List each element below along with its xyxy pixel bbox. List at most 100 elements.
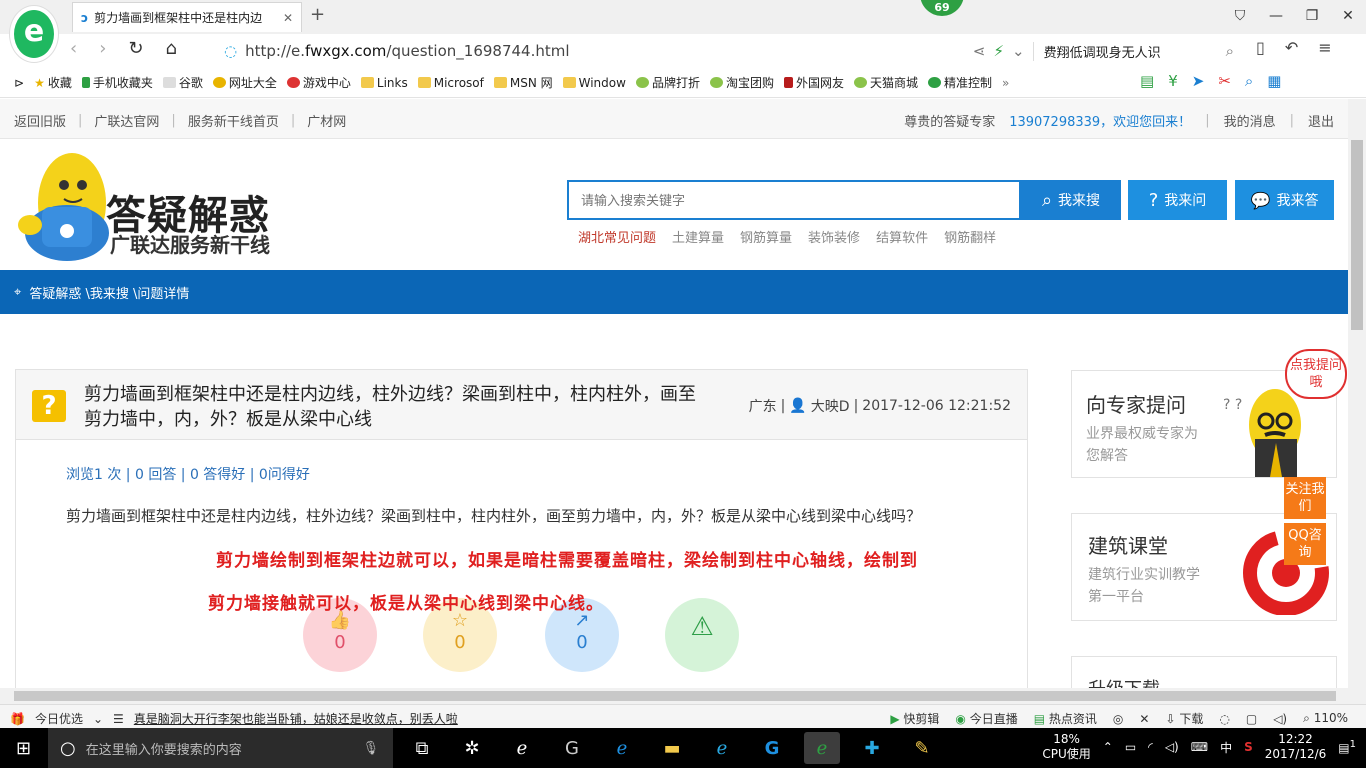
- accelerate-icon[interactable]: ◎: [1113, 712, 1123, 726]
- chevron-down-icon[interactable]: ⌄: [93, 712, 103, 726]
- ask-bubble[interactable]: 点我提问哦: [1285, 349, 1347, 399]
- bookmark-item[interactable]: 网址大全: [212, 74, 277, 91]
- bookmark-item[interactable]: Links: [360, 76, 408, 90]
- forward-icon[interactable]: ›: [99, 38, 106, 59]
- shirt-icon[interactable]: ⛉: [1222, 8, 1258, 24]
- live-button[interactable]: ◉ 今日直播: [955, 710, 1017, 727]
- volume-icon[interactable]: ◁): [1165, 740, 1179, 754]
- notification-badge[interactable]: 69: [920, 0, 964, 16]
- ime-indicator[interactable]: 中: [1220, 739, 1232, 756]
- lightning-icon[interactable]: ⚡: [993, 42, 1004, 60]
- bookmark-item[interactable]: 外国网友: [783, 74, 844, 91]
- action-center-icon[interactable]: ▤1: [1338, 739, 1356, 755]
- keyboard-icon[interactable]: ⌨: [1191, 740, 1208, 754]
- link-materials[interactable]: 广材网: [307, 111, 346, 130]
- book-icon[interactable]: ▤: [1140, 72, 1154, 90]
- speed-icon[interactable]: ◌: [1219, 712, 1229, 726]
- tools-icon[interactable]: ✕: [1139, 712, 1149, 726]
- bookmark-item[interactable]: MSN 网: [493, 74, 553, 91]
- taskbar-search[interactable]: ○ 在这里输入你要搜索的内容 🎙: [48, 728, 393, 768]
- browser-e-icon[interactable]: ℯ: [504, 732, 540, 764]
- hot-link[interactable]: 结算软件: [876, 227, 928, 246]
- bookmark-item[interactable]: ★ 收藏: [34, 74, 72, 91]
- cpu-meter[interactable]: 18% CPU使用: [1042, 732, 1090, 762]
- url-text[interactable]: http://e.fwxgx.com/question_1698744.html: [245, 42, 965, 60]
- bookmark-item[interactable]: Window: [562, 76, 626, 90]
- home-icon[interactable]: ⌂: [166, 38, 177, 59]
- sound-icon[interactable]: ◁): [1273, 712, 1287, 726]
- new-tab-icon[interactable]: +: [310, 4, 325, 25]
- today-picks[interactable]: 今日优选: [35, 710, 83, 727]
- user-name[interactable]: 13907298339，欢迎您回来！: [1009, 111, 1191, 130]
- pinwheel-app-icon[interactable]: ✲: [454, 732, 490, 764]
- horizontal-scroll-thumb[interactable]: [14, 691, 1336, 701]
- link-logout[interactable]: 退出: [1308, 111, 1334, 130]
- chevron-down-icon[interactable]: ⌄: [1012, 42, 1025, 60]
- hot-link[interactable]: 钢筋算量: [740, 227, 792, 246]
- microphone-icon[interactable]: 🎙: [362, 741, 393, 756]
- file-explorer-icon[interactable]: ▬: [654, 732, 690, 764]
- share-icon[interactable]: ⋖: [973, 42, 986, 60]
- follow-us-button[interactable]: 关注我们: [1284, 477, 1326, 519]
- breadcrumb-text[interactable]: 答疑解惑 \我来搜 \问题详情: [29, 283, 189, 302]
- sidebar-toggle-icon[interactable]: ⊳: [14, 76, 24, 90]
- minimize-icon[interactable]: —: [1258, 8, 1294, 24]
- grid-icon[interactable]: ▦: [1267, 72, 1281, 90]
- clock[interactable]: 12:22 2017/12/6: [1265, 732, 1327, 762]
- bookmark-item[interactable]: 游戏中心: [286, 74, 351, 91]
- news-ticker[interactable]: 真是脑洞大开行李架也能当卧铺，姑娘还是收敛点，别丢人啦: [134, 710, 458, 727]
- url-field[interactable]: ◌ http://e.fwxgx.com/question_1698744.ht…: [224, 38, 1234, 64]
- hot-link[interactable]: 土建算量: [672, 227, 724, 246]
- bookmarks-more-icon[interactable]: »: [1002, 76, 1009, 90]
- tab-close-icon[interactable]: ✕: [283, 11, 293, 25]
- link-official-site[interactable]: 广联达官网: [94, 111, 159, 130]
- window-icon[interactable]: ▢: [1246, 712, 1257, 726]
- bookmark-item[interactable]: 谷歌: [162, 74, 203, 91]
- hot-link[interactable]: 湖北常见问题: [578, 227, 656, 246]
- taskbar-search-input[interactable]: 在这里输入你要搜索的内容: [86, 739, 353, 758]
- search-icon[interactable]: ⌕: [1226, 42, 1234, 60]
- back-icon[interactable]: ‹: [70, 38, 77, 59]
- download-card[interactable]: 升级下载: [1071, 656, 1337, 688]
- link-messages[interactable]: 我的消息: [1224, 111, 1276, 130]
- browser-tab[interactable]: ↄ 剪力墙画到框架柱中还是柱内边 ✕: [72, 2, 302, 32]
- answer-button[interactable]: 💬 我来答: [1235, 180, 1334, 220]
- remote-app-icon[interactable]: ✚: [854, 732, 890, 764]
- bookmark-item[interactable]: 天猫商城: [854, 74, 918, 91]
- link-service-home[interactable]: 服务新干线首页: [188, 111, 279, 130]
- wallet-icon[interactable]: ¥: [1168, 72, 1178, 90]
- ask-button[interactable]: ? 我来问: [1128, 180, 1227, 220]
- hot-news-button[interactable]: ▤ 热点资讯: [1034, 710, 1097, 727]
- reload-icon[interactable]: ↻: [128, 38, 143, 59]
- wifi-icon[interactable]: ◜: [1148, 740, 1153, 754]
- bookmark-item[interactable]: Microsof: [417, 76, 484, 90]
- search-suggestion[interactable]: 费翔低调现身无人识: [1032, 41, 1218, 61]
- qq-consult-button[interactable]: QQ咨询: [1284, 523, 1326, 565]
- vertical-scroll-thumb[interactable]: [1351, 140, 1363, 330]
- hot-link[interactable]: 钢筋翻样: [944, 227, 996, 246]
- question-author[interactable]: 大映D: [811, 396, 850, 416]
- notes-app-icon[interactable]: ✎: [904, 732, 940, 764]
- search-button[interactable]: ⌕ 我来搜: [1021, 180, 1121, 220]
- link-old-version[interactable]: 返回旧版: [14, 111, 66, 130]
- quick-edit-button[interactable]: ▶ 快剪辑: [890, 710, 939, 727]
- bookmark-item[interactable]: 淘宝团购: [709, 74, 774, 91]
- paper-plane-icon[interactable]: ➤: [1192, 72, 1205, 90]
- restore-icon[interactable]: ❐: [1294, 8, 1330, 24]
- undo-icon[interactable]: ↶: [1285, 38, 1298, 57]
- glodon-app-icon[interactable]: G: [754, 732, 790, 764]
- hot-link[interactable]: 装饰装修: [808, 227, 860, 246]
- search-input[interactable]: [567, 180, 1021, 220]
- bookmark-item[interactable]: 精准控制: [928, 74, 992, 91]
- tray-expand-icon[interactable]: ⌃: [1103, 740, 1113, 754]
- 360-browser-icon[interactable]: ℯ: [804, 732, 840, 764]
- scissors-icon[interactable]: ✂: [1218, 72, 1231, 90]
- battery-icon[interactable]: ▭: [1125, 740, 1136, 754]
- windows-start-icon[interactable]: ⊞: [16, 738, 31, 759]
- bookmark-item[interactable]: 手机收藏夹: [81, 74, 153, 91]
- zoom-control[interactable]: ⌕ 110%: [1303, 711, 1348, 726]
- sogou-ime-icon[interactable]: S: [1244, 740, 1253, 754]
- download-button[interactable]: ⇩ 下载: [1165, 710, 1203, 727]
- mobile-icon[interactable]: ▯: [1256, 38, 1265, 57]
- edge-icon[interactable]: ℯ: [604, 732, 640, 764]
